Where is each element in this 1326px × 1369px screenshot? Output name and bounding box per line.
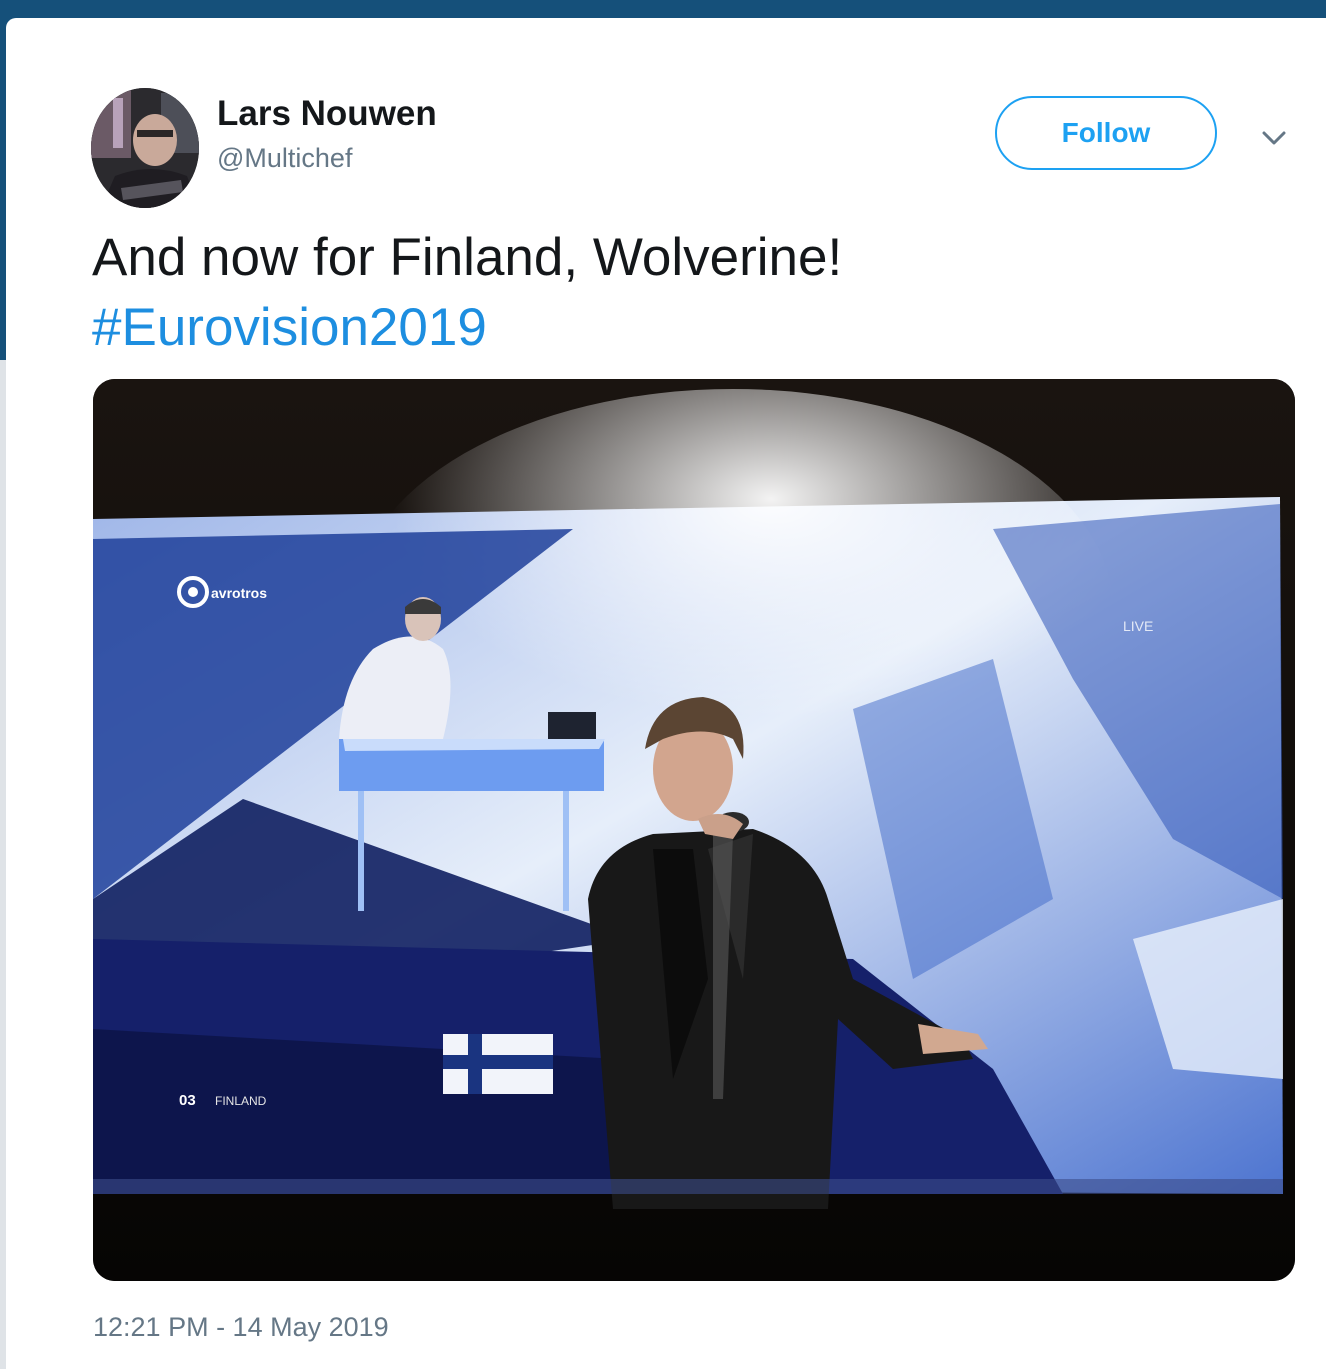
author-handle[interactable]: @Multichef — [217, 143, 352, 174]
author-name[interactable]: Lars Nouwen — [217, 94, 437, 134]
broadcaster-logo: avrotros — [211, 585, 267, 601]
chevron-down-icon[interactable] — [1258, 122, 1290, 154]
tweet-body: And now for Finland, Wolverine! — [92, 228, 843, 287]
live-badge: LIVE — [1123, 618, 1153, 634]
avatar-photo — [91, 88, 199, 208]
tweet-card: Lars Nouwen @Multichef Follow And now fo… — [6, 18, 1326, 1369]
caption-country: FINLAND — [215, 1094, 267, 1108]
tweet-timestamp[interactable]: 12:21 PM - 14 May 2019 — [93, 1312, 389, 1343]
tweet-text: And now for Finland, Wolverine! #Eurovis… — [92, 223, 1292, 363]
follow-button[interactable]: Follow — [995, 96, 1217, 170]
tv-screen-photo: avrotros LIVE 03 FINLAND — [93, 379, 1295, 1281]
avatar[interactable] — [91, 88, 199, 208]
tweet-photo[interactable]: avrotros LIVE 03 FINLAND — [93, 379, 1295, 1281]
hashtag-link[interactable]: #Eurovision2019 — [92, 293, 1292, 363]
caption-number: 03 — [179, 1092, 196, 1109]
